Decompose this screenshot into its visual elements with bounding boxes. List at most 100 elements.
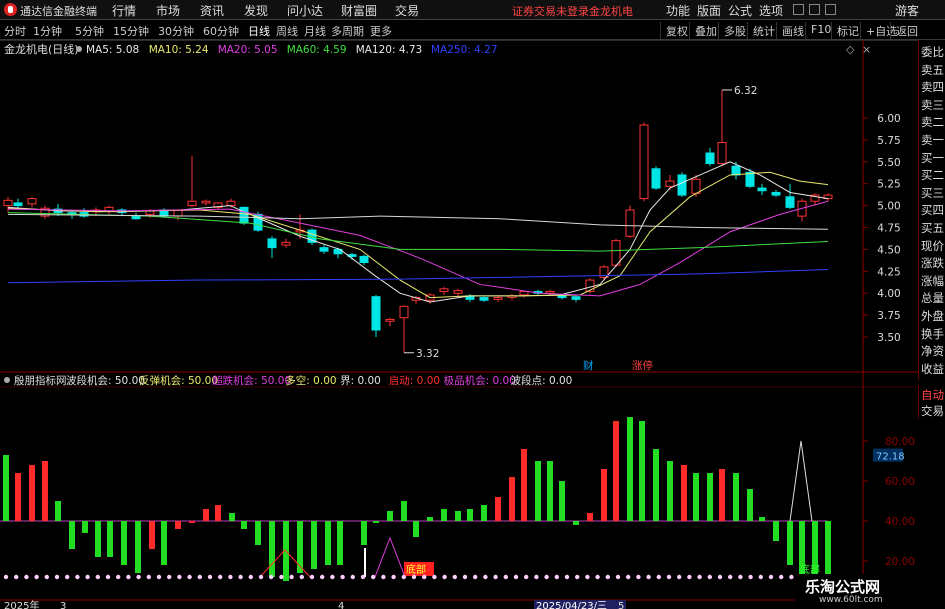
candle-body — [281, 241, 291, 246]
sidebar-item[interactable]: 现价 — [921, 238, 944, 254]
indicator-bar — [189, 521, 195, 523]
indicator-field: 波段机会: 50.00 — [66, 374, 145, 387]
candle-body — [745, 171, 755, 187]
signal-dot — [462, 574, 468, 580]
indicator-bar — [337, 521, 343, 565]
menu-gongshi[interactable]: 公式 — [728, 2, 752, 19]
chart-area[interactable]: 金龙机电(日线) MA5: 5.08 MA10: 5.24 MA20: 5.05 MA6… — [0, 40, 918, 609]
signal-dot — [320, 574, 325, 580]
ma-legend-item: MA120: 4.73 — [356, 44, 423, 56]
indicator-bar — [161, 521, 167, 565]
auto-label[interactable]: 自动 — [921, 387, 944, 403]
sidebar-item[interactable]: 卖五 — [921, 62, 944, 78]
menu-xuanxiang[interactable]: 选项 — [759, 2, 783, 19]
bottom-label: 底部 — [406, 563, 426, 576]
sidebar-item[interactable]: 涨跌 — [921, 255, 944, 271]
signal-dot — [391, 574, 396, 580]
sidebar-item[interactable]: 买五 — [921, 220, 944, 236]
minimize-icon[interactable] — [793, 4, 804, 15]
period-30min[interactable]: 30分钟 — [158, 23, 194, 39]
close-icon[interactable] — [825, 4, 836, 15]
tool-fanhui[interactable]: 返回 — [890, 22, 923, 39]
signal-dot — [269, 574, 274, 580]
indicator-title: 殷朋指标网 — [14, 374, 67, 387]
menu-wenxiaoda[interactable]: 问小达 — [287, 2, 323, 19]
sidebar-item[interactable]: 卖一 — [921, 132, 944, 148]
signal-dot — [44, 574, 49, 580]
candle-body — [785, 196, 795, 208]
ind-ytick-label: 60.00 — [885, 476, 915, 488]
indicator-bar — [759, 517, 765, 521]
indicator-bar — [3, 455, 9, 521]
sidebar-item[interactable]: 涨幅 — [921, 273, 944, 289]
sidebar-item[interactable]: 买二 — [921, 167, 944, 183]
signal-dot — [768, 574, 774, 580]
menu-caifuquan[interactable]: 财富圈 — [341, 2, 377, 19]
sidebar-item[interactable]: 换手 — [921, 326, 944, 342]
candle-body — [226, 200, 236, 207]
sidebar-item[interactable]: 总量 — [921, 290, 944, 306]
ytick-label: 3.75 — [877, 310, 900, 322]
signal-dot — [24, 574, 29, 580]
indicator-bar — [149, 521, 155, 549]
sidebar-item[interactable]: 买一 — [921, 150, 944, 166]
sidebar-item[interactable]: 卖四 — [921, 79, 944, 95]
candle-body — [691, 178, 701, 194]
period-day[interactable]: 日线 — [248, 23, 270, 39]
signal-dot — [717, 574, 723, 580]
indicator-bar — [719, 469, 725, 521]
indicator-bar — [495, 497, 501, 521]
indicator-bar — [693, 473, 699, 521]
ytick-label: 5.25 — [877, 179, 900, 191]
trade-label[interactable]: 交易 — [921, 403, 944, 419]
sidebar-item[interactable]: 买四 — [921, 202, 944, 218]
signal-dot — [156, 574, 162, 580]
menu-banmian[interactable]: 版面 — [697, 2, 721, 19]
sidebar-item[interactable]: 买三 — [921, 185, 944, 201]
period-1min[interactable]: 1分钟 — [33, 23, 62, 39]
ind-ytick-label: 20.00 — [885, 556, 915, 568]
ma-legend-item: MA5: 5.08 — [86, 44, 139, 56]
period-60min[interactable]: 60分钟 — [203, 23, 239, 39]
indicator-bar — [613, 421, 619, 521]
app-title: 通达信金融终端 — [20, 5, 97, 18]
period-15min[interactable]: 15分钟 — [113, 23, 149, 39]
period-multi[interactable]: 多周期 — [331, 23, 364, 39]
quote-sidebar: 委比卖五 卖四卖三 卖二卖一买一 买二买三 买四买五现价 涨跌涨幅 总量外盘换手 净资收益 — [918, 40, 945, 380]
period-month[interactable]: 月线 — [304, 23, 326, 39]
signal-dot — [289, 574, 294, 580]
menu-jiaoyi[interactable]: 交易 — [395, 2, 419, 19]
period-5min[interactable]: 5分钟 — [75, 23, 104, 39]
candle-body — [731, 165, 741, 176]
auto-trade-panel[interactable]: 自动 交易 — [918, 385, 945, 419]
login-warning[interactable]: 证券交易未登录 — [512, 3, 589, 19]
candle-body — [239, 206, 249, 224]
sidebar-item[interactable]: 委比 — [921, 44, 944, 60]
ytick-label: 4.00 — [877, 288, 900, 300]
sidebar-item[interactable]: 收益 — [921, 361, 944, 377]
guest-button[interactable]: 游客 — [895, 2, 919, 19]
signal-dot — [779, 574, 784, 580]
xaxis-label: 2025年 — [4, 599, 39, 609]
menu-gongneng[interactable]: 功能 — [666, 2, 690, 19]
stock-name-header: 金龙机电 — [589, 5, 633, 18]
indicator-field: 多空: 0.00 — [285, 374, 336, 387]
signal-dot — [54, 574, 60, 580]
period-more[interactable]: 更多 — [370, 23, 392, 39]
sidebar-item[interactable]: 净资 — [921, 343, 944, 359]
maximize-icon[interactable] — [809, 4, 820, 15]
period-fenshi[interactable]: 分时 — [4, 23, 26, 39]
signal-dot — [299, 574, 304, 580]
menu-zixun[interactable]: 资讯 — [200, 2, 224, 19]
candle-body — [651, 168, 661, 189]
signal-dot — [605, 574, 610, 580]
menu-hangqing[interactable]: 行情 — [112, 2, 136, 19]
menu-faxian[interactable]: 发现 — [244, 2, 268, 19]
candle-body — [201, 200, 211, 204]
period-week[interactable]: 周线 — [276, 23, 298, 39]
candle-body — [453, 290, 463, 294]
menu-shichang[interactable]: 市场 — [156, 2, 180, 19]
sidebar-item[interactable]: 卖三 — [921, 97, 944, 113]
sidebar-item[interactable]: 外盘 — [921, 308, 944, 324]
sidebar-item[interactable]: 卖二 — [921, 114, 944, 130]
